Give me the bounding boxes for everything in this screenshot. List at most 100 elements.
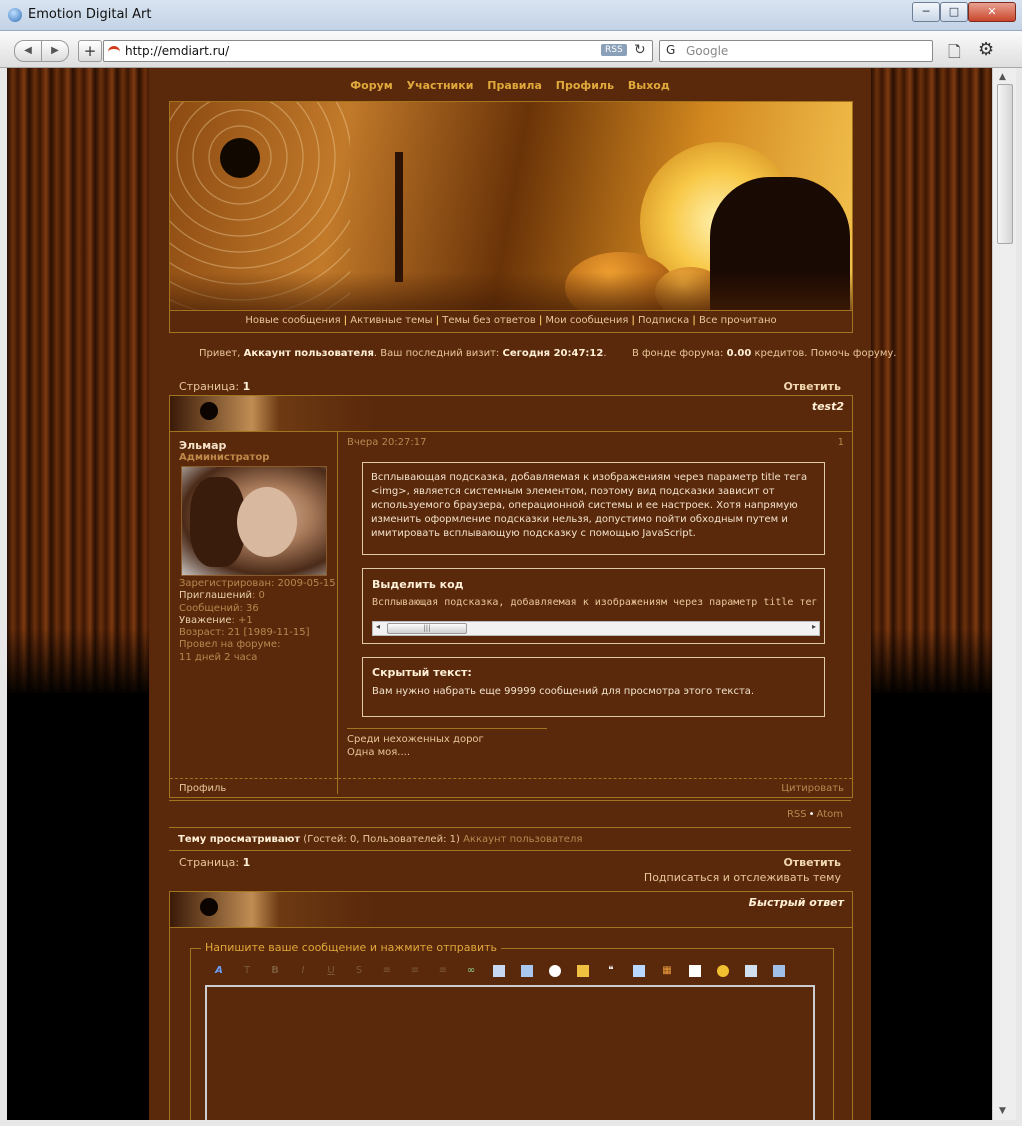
page-scrollbar[interactable]: ▲ ▼ — [992, 68, 1016, 1120]
subnav-my-messages[interactable]: Мои сообщения — [545, 315, 628, 326]
strike-icon[interactable]: S — [353, 965, 365, 977]
forum-page: Форум Участники Правила Профиль Выход Но… — [149, 68, 896, 1120]
address-bar[interactable]: http://emdiart.ru/ RSS ↻ — [103, 40, 653, 62]
nav-logout[interactable]: Выход — [628, 79, 670, 92]
video-icon[interactable] — [521, 965, 533, 977]
welcome-user: Аккаунт пользователя — [243, 348, 374, 359]
table-icon[interactable]: ▦ — [661, 965, 673, 977]
author-name[interactable]: Эльмар — [179, 439, 226, 452]
quick-reply-block: Быстрый ответ Напишите ваше сообщение и … — [169, 891, 853, 1120]
topic-title: test2 — [811, 400, 844, 413]
code-scroll-thumb[interactable]: ||| — [387, 623, 467, 634]
back-button[interactable]: ◀ — [14, 40, 42, 62]
topic-block: test2 Эльмар Администратор Зарегистриров… — [169, 395, 853, 798]
align-center-icon[interactable]: ≡ — [409, 965, 421, 977]
message-textarea[interactable] — [205, 985, 815, 1120]
maximize-button[interactable]: □ — [940, 2, 968, 22]
link-icon[interactable]: ∞ — [465, 965, 477, 977]
quote-icon[interactable]: ❝ — [605, 965, 617, 977]
scroll-left-icon[interactable]: ◂ — [376, 622, 380, 631]
nav-forum[interactable]: Форум — [350, 79, 393, 92]
close-button[interactable]: ✕ — [968, 2, 1016, 22]
tree-illustration — [395, 152, 403, 282]
bold-icon[interactable]: B — [269, 965, 281, 977]
search-input[interactable]: G Google — [659, 40, 933, 62]
flash-icon[interactable] — [549, 965, 561, 977]
quote-link[interactable]: Цитировать — [338, 778, 852, 794]
top-navigation: Форум Участники Правила Профиль Выход — [149, 78, 871, 92]
scroll-down-icon[interactable]: ▼ — [999, 1106, 1006, 1116]
text-size-icon[interactable]: T — [241, 965, 253, 977]
code-scrollbar[interactable]: ◂ ||| ▸ — [372, 621, 820, 636]
image-icon[interactable] — [493, 965, 505, 977]
scroll-right-icon[interactable]: ▸ — [812, 622, 816, 631]
address-url[interactable]: http://emdiart.ru/ — [125, 44, 229, 58]
editor-toolbar: A T B I U S ≡ ≡ ≡ ∞ ❝ ▦ — [213, 965, 813, 983]
last-visit: Сегодня 20:47:12 — [502, 348, 604, 359]
post-number[interactable]: 1 — [838, 437, 844, 448]
reply-button-bottom[interactable]: Ответить — [783, 856, 841, 869]
code-icon[interactable] — [633, 965, 645, 977]
rss-link[interactable]: RSS — [787, 809, 807, 820]
scroll-up-icon[interactable]: ▲ — [999, 72, 1006, 82]
page-viewport: Форум Участники Правила Профиль Выход Но… — [7, 68, 999, 1120]
topic-viewers: Тему просматривают (Гостей: 0, Пользоват… — [169, 827, 851, 851]
search-engine-icon[interactable]: G — [666, 43, 675, 57]
smile-icon[interactable] — [717, 965, 729, 977]
window-titlebar: Emotion Digital Art ─ □ ✕ — [0, 0, 1022, 31]
folder-icon[interactable] — [745, 965, 757, 977]
subnav-mark-all-read[interactable]: Все прочитано — [699, 315, 777, 326]
nav-members[interactable]: Участники — [407, 79, 474, 92]
spider-illustration — [220, 138, 260, 178]
italic-icon[interactable]: I — [297, 965, 309, 977]
atom-link[interactable]: Atom — [817, 809, 843, 820]
spider-icon — [200, 402, 218, 420]
reply-button-top[interactable]: Ответить — [783, 380, 841, 393]
minimize-button[interactable]: ─ — [912, 2, 940, 22]
feed-bar: RSS • Atom — [169, 800, 851, 828]
rss-feed-button[interactable]: RSS — [601, 44, 627, 56]
subnav-new-messages[interactable]: Новые сообщения — [245, 315, 340, 326]
spider-icon — [200, 898, 218, 916]
nav-rules[interactable]: Правила — [487, 79, 542, 92]
code-block: Выделить код Всплывающая подсказка, доба… — [362, 568, 825, 644]
font-icon[interactable]: A — [213, 965, 225, 977]
topic-header: test2 — [170, 396, 852, 432]
new-tab-button[interactable]: + — [78, 40, 102, 62]
hidden-text-title: Скрытый текст: — [372, 666, 472, 679]
curtain-right — [871, 68, 999, 693]
align-right-icon[interactable]: ≡ — [437, 965, 449, 977]
gear-icon[interactable]: ⚙ — [978, 39, 994, 60]
hidden-text-message: Вам нужно набрать еще 99999 сообщений дл… — [372, 686, 755, 697]
subnav-active-topics[interactable]: Активные темы — [350, 315, 432, 326]
pagination-top: Страница: 1 Ответить — [179, 380, 841, 393]
quick-reply-header: Быстрый ответ — [170, 892, 852, 928]
donate-link[interactable]: кредитов. Помочь форуму. — [751, 348, 896, 359]
page-number-bottom[interactable]: 1 — [243, 856, 251, 869]
profile-link[interactable]: Профиль — [170, 778, 337, 794]
save-icon[interactable] — [773, 965, 785, 977]
subscribe-link[interactable]: Подписаться и отслеживать тему — [644, 871, 841, 884]
signature-divider — [347, 728, 547, 729]
subnav-unanswered[interactable]: Темы без ответов — [442, 315, 536, 326]
reply-fieldset: Напишите ваше сообщение и нажмите отправ… — [190, 941, 834, 1120]
page-menu-icon[interactable]: 🗋 — [948, 41, 961, 68]
site-favicon-icon — [108, 46, 120, 57]
browser-toolbar: ◀ ▶ + http://emdiart.ru/ RSS ↻ G Google … — [0, 31, 1022, 68]
post-date: Вчера 20:27:17 — [347, 437, 427, 448]
align-left-icon[interactable]: ≡ — [381, 965, 393, 977]
forum-banner — [169, 101, 853, 311]
select-code-link[interactable]: Выделить код — [372, 578, 464, 591]
page-number[interactable]: 1 — [243, 380, 251, 393]
viewer-user-link[interactable]: Аккаунт пользователя — [463, 834, 582, 845]
reload-icon[interactable]: ↻ — [634, 42, 646, 58]
search-placeholder: Google — [686, 44, 729, 58]
list-icon[interactable] — [689, 965, 701, 977]
subnav-subscriptions[interactable]: Подписка — [638, 315, 689, 326]
lock-icon[interactable] — [577, 965, 589, 977]
nav-profile[interactable]: Профиль — [556, 79, 614, 92]
curtain-left — [7, 68, 149, 693]
underline-icon[interactable]: U — [325, 965, 337, 977]
scroll-thumb[interactable] — [997, 84, 1013, 244]
forward-button[interactable]: ▶ — [41, 40, 69, 62]
